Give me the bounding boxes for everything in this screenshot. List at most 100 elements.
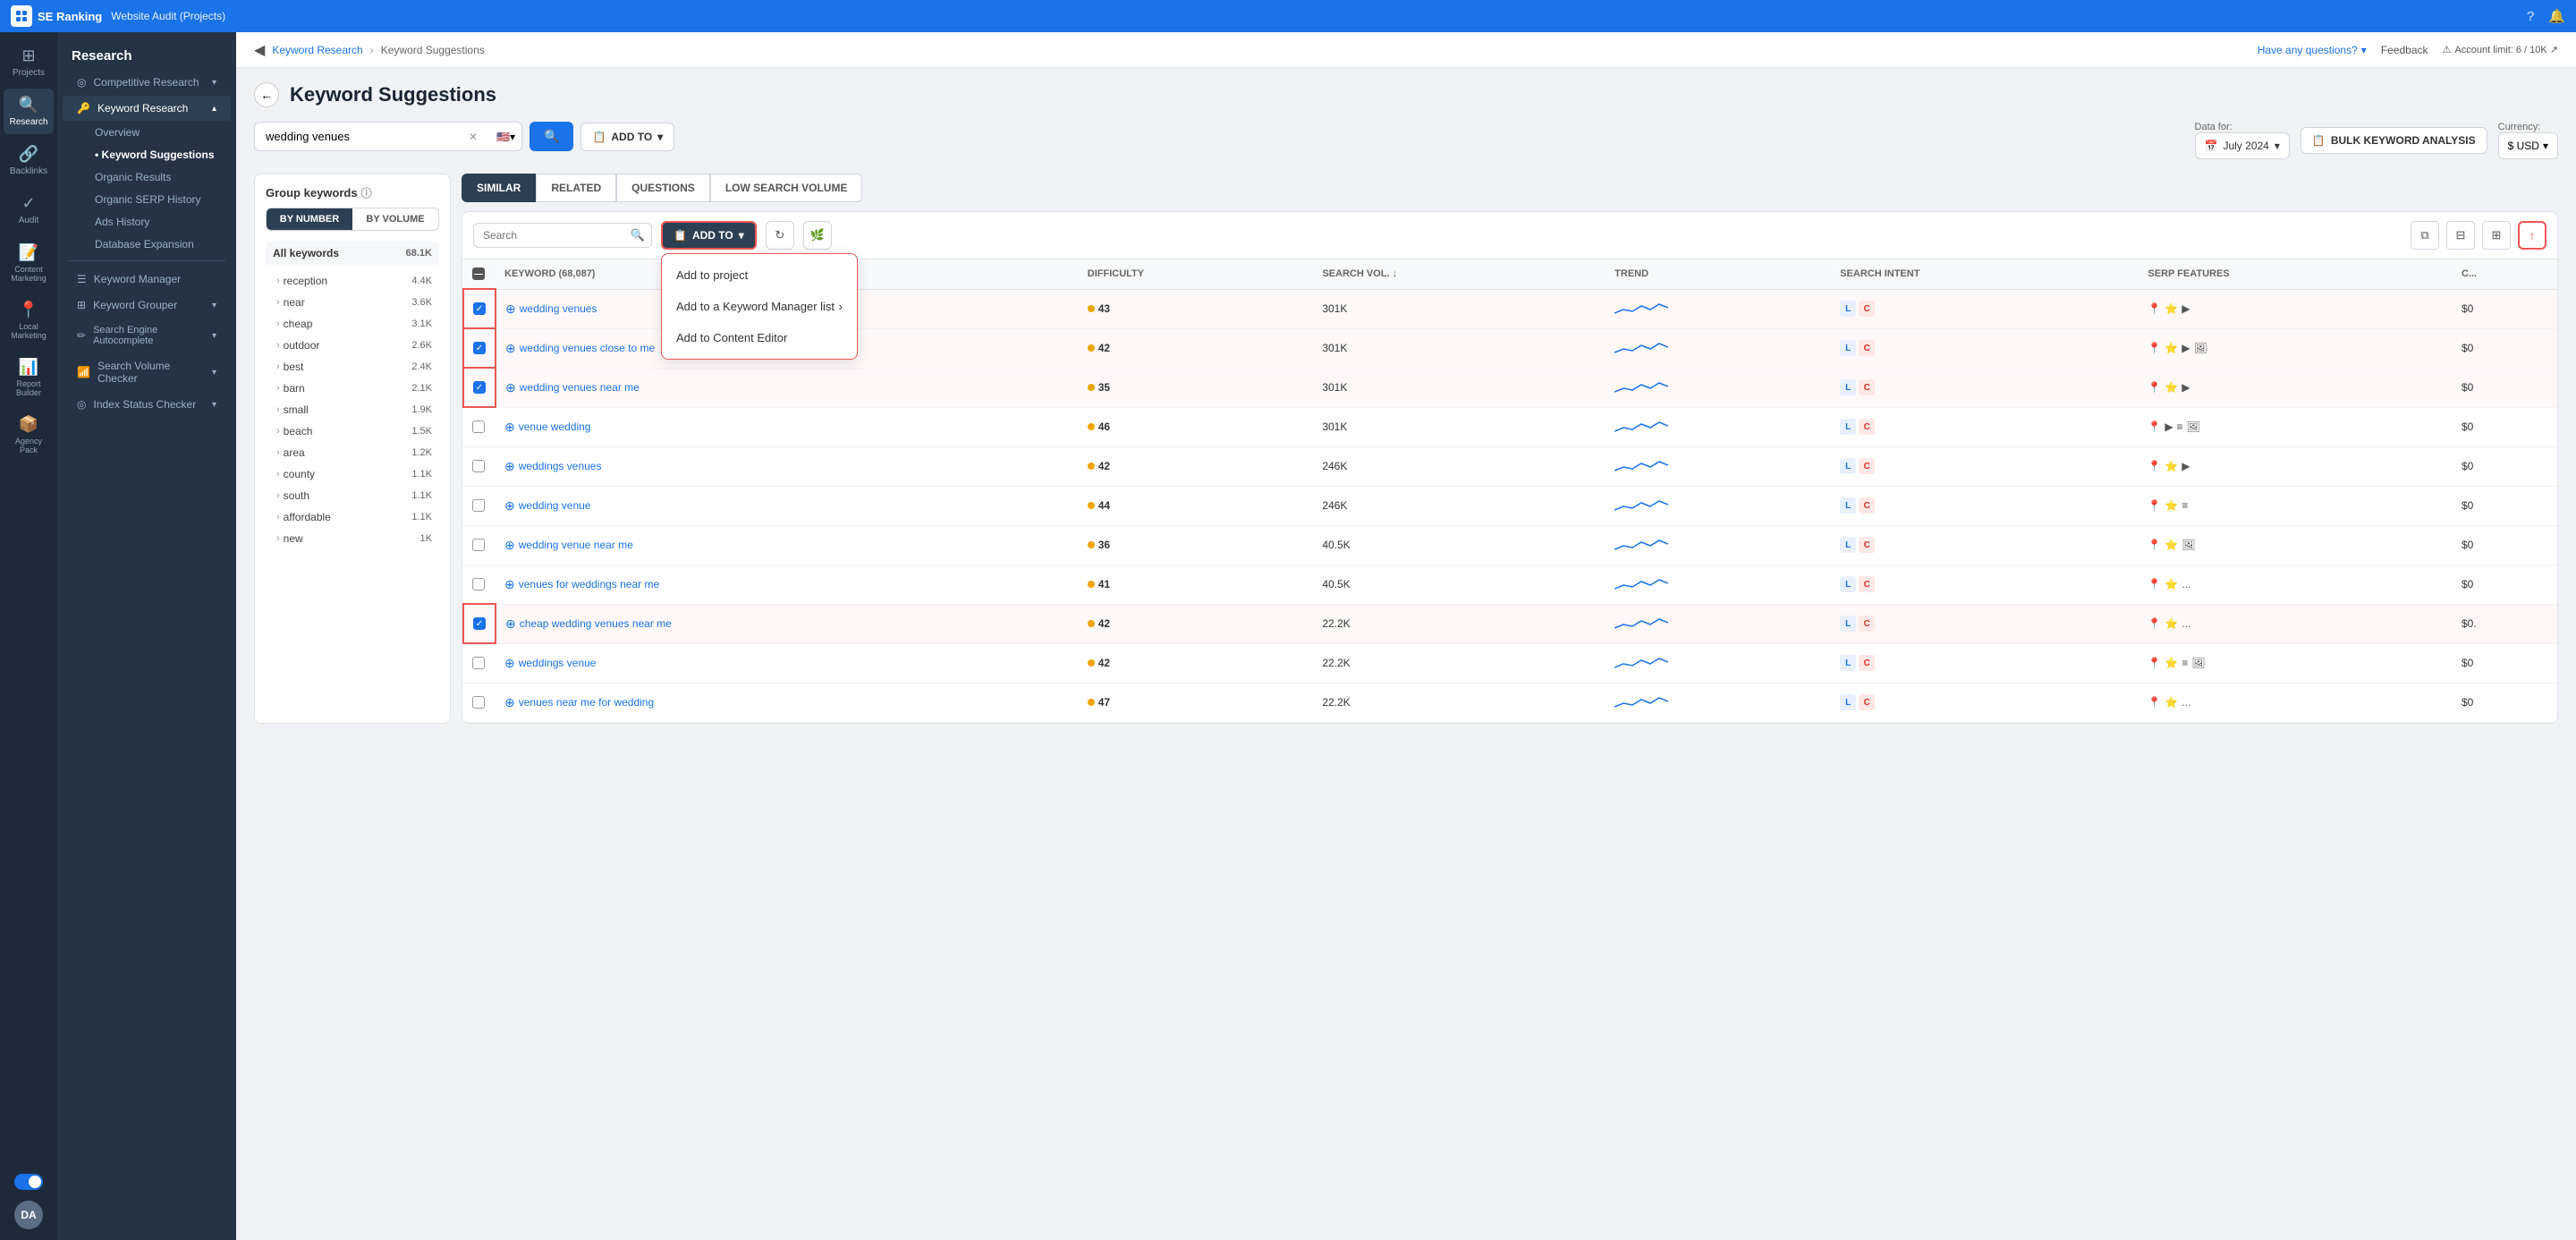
group-item-affordable[interactable]: ›affordable1.1K	[266, 506, 439, 528]
dropdown-add-content-editor[interactable]: Add to Content Editor	[662, 322, 857, 353]
avatar[interactable]: DA	[14, 1201, 43, 1229]
plus-icon[interactable]: ⊕	[505, 616, 516, 632]
group-item-new[interactable]: ›new1K	[266, 528, 439, 549]
plus-icon[interactable]: ⊕	[504, 538, 515, 553]
sidebar-sub-ads[interactable]: Ads History	[63, 211, 231, 233]
groups-all-keywords[interactable]: All keywords 68.1K	[266, 242, 439, 265]
sidebar-item-research[interactable]: 🔍 Research	[4, 89, 54, 134]
plus-icon[interactable]: ⊕	[504, 459, 515, 474]
row-checkbox[interactable]	[472, 499, 485, 512]
keyword-link[interactable]: ⊕ wedding venues near me	[505, 380, 1070, 395]
dropdown-add-project[interactable]: Add to project	[662, 259, 857, 291]
sidebar-item-audit[interactable]: ✓ Audit	[4, 187, 54, 233]
breadcrumb-toggle[interactable]: ◀	[254, 41, 265, 59]
row-checkbox[interactable]	[472, 696, 485, 709]
sidebar-item-keyword-research[interactable]: 🔑 Keyword Research ▴	[63, 96, 231, 121]
have-questions-link[interactable]: Have any questions? ▾	[2258, 44, 2367, 56]
sidebar-item-index-checker[interactable]: ◎ Index Status Checker ▾	[63, 392, 231, 417]
sidebar-item-projects[interactable]: ⊞ Projects	[4, 39, 54, 85]
search-button[interactable]: 🔍	[530, 122, 573, 151]
tab-related[interactable]: RELATED	[536, 174, 616, 202]
grid-view-button[interactable]: ⊞	[2482, 221, 2511, 250]
feedback-button[interactable]: Feedback	[2381, 44, 2428, 56]
back-button[interactable]: ←	[254, 82, 279, 107]
bulk-analysis-button[interactable]: 📋 BULK KEYWORD ANALYSIS	[2301, 127, 2487, 154]
group-item-small[interactable]: ›small1.9K	[266, 399, 439, 420]
row-checkbox[interactable]	[472, 420, 485, 433]
keyword-link[interactable]: ⊕ weddings venues	[504, 459, 1070, 474]
add-to-table-button[interactable]: 📋 ADD TO ▾	[661, 221, 757, 250]
sidebar-item-content[interactable]: 📝 Content Marketing	[4, 236, 54, 290]
keyword-link[interactable]: ⊕ wedding venue	[504, 498, 1070, 514]
row-checkbox[interactable]	[472, 578, 485, 590]
plus-icon[interactable]: ⊕	[504, 420, 515, 435]
row-checkbox[interactable]: ✓	[473, 342, 486, 354]
group-item-area[interactable]: ›area1.2K	[266, 442, 439, 463]
sidebar-item-agency[interactable]: 📦 Agency Pack	[4, 408, 54, 462]
sidebar-item-keyword-grouper[interactable]: ⊞ Keyword Grouper ▾	[63, 293, 231, 318]
group-item-county[interactable]: ›county1.1K	[266, 463, 439, 485]
group-item-beach[interactable]: ›beach1.5K	[266, 420, 439, 442]
table-search-input[interactable]	[473, 223, 652, 248]
plus-icon[interactable]: ⊕	[504, 577, 515, 592]
sidebar-sub-db-expansion[interactable]: Database Expansion	[63, 234, 231, 255]
keyword-link[interactable]: ⊕ venue wedding	[504, 420, 1070, 435]
new-menu-toggle-wrap[interactable]	[7, 1167, 50, 1197]
currency-button[interactable]: $ USD ▾	[2498, 132, 2558, 159]
keyword-link[interactable]: ⊕ venues near me for wedding	[504, 695, 1070, 710]
group-item-near[interactable]: ›near3.6K	[266, 292, 439, 313]
search-input[interactable]	[254, 122, 522, 151]
export-button[interactable]: ↑	[2518, 221, 2546, 250]
tab-low-volume[interactable]: LOW SEARCH VOLUME	[710, 174, 863, 202]
add-to-button-main[interactable]: 📋 ADD TO ▾	[580, 123, 674, 151]
plus-icon[interactable]: ⊕	[505, 380, 516, 395]
dropdown-add-kw-manager[interactable]: Add to a Keyword Manager list ›	[662, 291, 857, 322]
sidebar-item-report[interactable]: 📊 Report Builder	[4, 351, 54, 404]
groups-tab-volume[interactable]: BY VOLUME	[352, 208, 438, 230]
filter-button[interactable]: 🌿	[803, 221, 832, 250]
keyword-link[interactable]: ⊕ venues for weddings near me	[504, 577, 1070, 592]
keyword-link[interactable]: ⊕ cheap wedding venues near me	[505, 616, 1070, 632]
row-checkbox[interactable]	[472, 657, 485, 669]
plus-icon[interactable]: ⊕	[505, 302, 516, 317]
group-item-south[interactable]: ›south1.1K	[266, 485, 439, 506]
plus-icon[interactable]: ⊕	[504, 498, 515, 514]
groups-tab-number[interactable]: BY NUMBER	[267, 208, 352, 230]
refresh-button[interactable]: ↻	[766, 221, 794, 250]
sidebar-item-backlinks[interactable]: 🔗 Backlinks	[4, 138, 54, 183]
group-item-barn[interactable]: ›barn2.1K	[266, 378, 439, 399]
row-checkbox[interactable]: ✓	[473, 617, 486, 630]
row-checkbox[interactable]: ✓	[473, 302, 486, 315]
search-flag-btn[interactable]: 🇺🇸▾	[496, 131, 515, 143]
sidebar-sub-overview[interactable]: Overview	[63, 122, 231, 143]
new-menu-toggle[interactable]	[14, 1174, 43, 1190]
plus-icon[interactable]: ⊕	[505, 341, 516, 356]
row-checkbox[interactable]	[472, 460, 485, 472]
bell-icon[interactable]: 🔔	[2548, 8, 2565, 24]
group-item-cheap[interactable]: ›cheap3.1K	[266, 313, 439, 335]
group-item-best[interactable]: ›best2.4K	[266, 356, 439, 378]
select-all-checkbox[interactable]: —	[472, 268, 485, 280]
copy-button[interactable]: ⧉	[2411, 221, 2439, 250]
sidebar-item-competitive[interactable]: ◎ Competitive Research ▾	[63, 70, 231, 95]
sidebar-sub-serp-history[interactable]: Organic SERP History	[63, 189, 231, 210]
sidebar-item-volume-checker[interactable]: 📶 Search Volume Checker ▾	[63, 353, 231, 391]
row-checkbox[interactable]	[472, 539, 485, 551]
search-clear-icon[interactable]: ✕	[469, 131, 478, 143]
keyword-link[interactable]: ⊕ wedding venue near me	[504, 538, 1070, 553]
group-item-reception[interactable]: ›reception4.4K	[266, 270, 439, 292]
filter-cols-button[interactable]: ⊟	[2446, 221, 2475, 250]
group-item-outdoor[interactable]: ›outdoor2.6K	[266, 335, 439, 356]
breadcrumb-kw-research[interactable]: Keyword Research	[272, 44, 362, 56]
tab-similar[interactable]: SIMILAR	[462, 174, 536, 202]
sidebar-item-keyword-manager[interactable]: ☰ Keyword Manager	[63, 267, 231, 292]
keyword-link[interactable]: ⊕ weddings venue	[504, 656, 1070, 671]
tab-questions[interactable]: QUESTIONS	[616, 174, 710, 202]
row-checkbox[interactable]: ✓	[473, 381, 486, 394]
sidebar-item-local[interactable]: 📍 Local Marketing	[4, 293, 54, 347]
help-icon[interactable]: ?	[2527, 9, 2534, 24]
date-picker-button[interactable]: 📅 July 2024 ▾	[2195, 132, 2290, 159]
sidebar-item-autocomplete[interactable]: ✏ Search Engine Autocomplete ▾	[63, 318, 231, 352]
plus-icon[interactable]: ⊕	[504, 656, 515, 671]
sidebar-sub-kw-suggestions[interactable]: Keyword Suggestions	[63, 144, 231, 166]
